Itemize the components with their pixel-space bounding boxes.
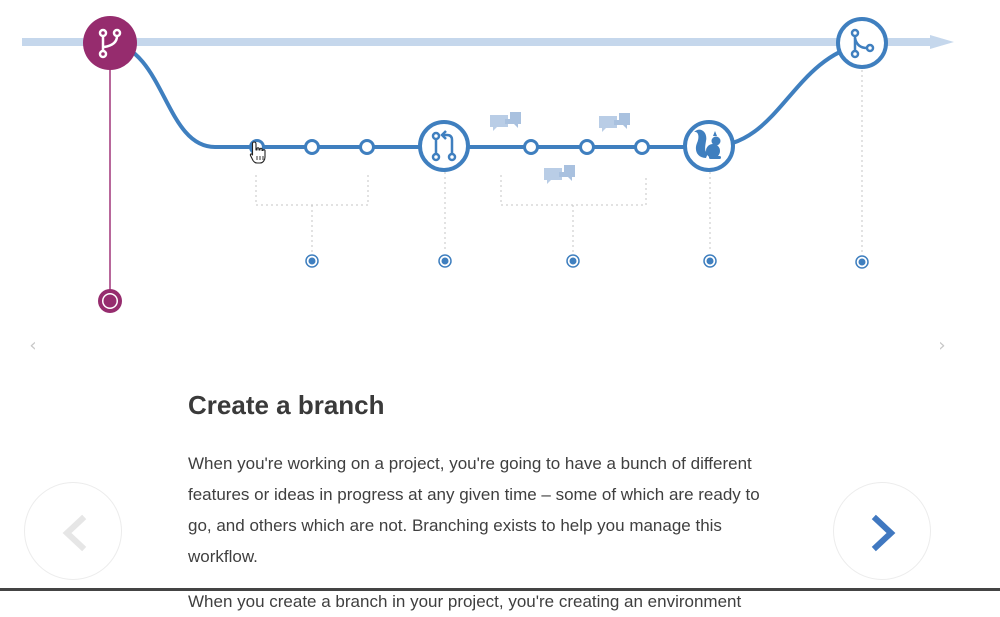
step-dot-deploy[interactable] [703,254,717,268]
branch-end-node[interactable] [98,289,122,313]
create-branch-node[interactable] [83,16,137,70]
speech-bubbles-icon [544,165,575,184]
master-arrow-head [930,35,954,49]
speech-bubbles-icon [490,112,521,131]
step-dots [305,254,869,269]
commit-node-2[interactable] [304,139,320,155]
step-dot-commits[interactable] [305,254,319,268]
chevron-left-icon [62,514,87,552]
commit-group-bracket [255,175,369,206]
commit-node-6[interactable] [634,139,650,155]
chevron-right-icon [871,514,896,552]
step-dot-pull-request[interactable] [438,254,452,268]
deploy-node[interactable] [683,120,735,172]
commit-node-4[interactable] [523,139,539,155]
commit-node-3[interactable] [359,139,375,155]
discussion-group-bracket [500,175,647,206]
step-title: Create a branch [188,390,385,420]
mini-next-arrow[interactable]: › [932,336,952,356]
merge-node[interactable] [836,17,888,69]
previous-step-button[interactable] [24,482,122,580]
mini-prev-arrow[interactable]: ‹ [23,336,43,356]
commit-node-5[interactable] [579,139,595,155]
master-line [22,38,934,46]
step-dot-merge[interactable] [855,255,869,269]
step-description: When you're working on a project, you're… [188,454,760,566]
pull-request-node[interactable] [418,120,470,172]
workflow-diagram [22,16,954,313]
next-step-button[interactable] [833,482,931,580]
speech-bubbles-icon [599,113,630,132]
step-dot-discuss[interactable] [566,254,580,268]
step-content: Create a branch When you're working on a… [188,388,808,617]
feature-branch-line [109,40,863,149]
